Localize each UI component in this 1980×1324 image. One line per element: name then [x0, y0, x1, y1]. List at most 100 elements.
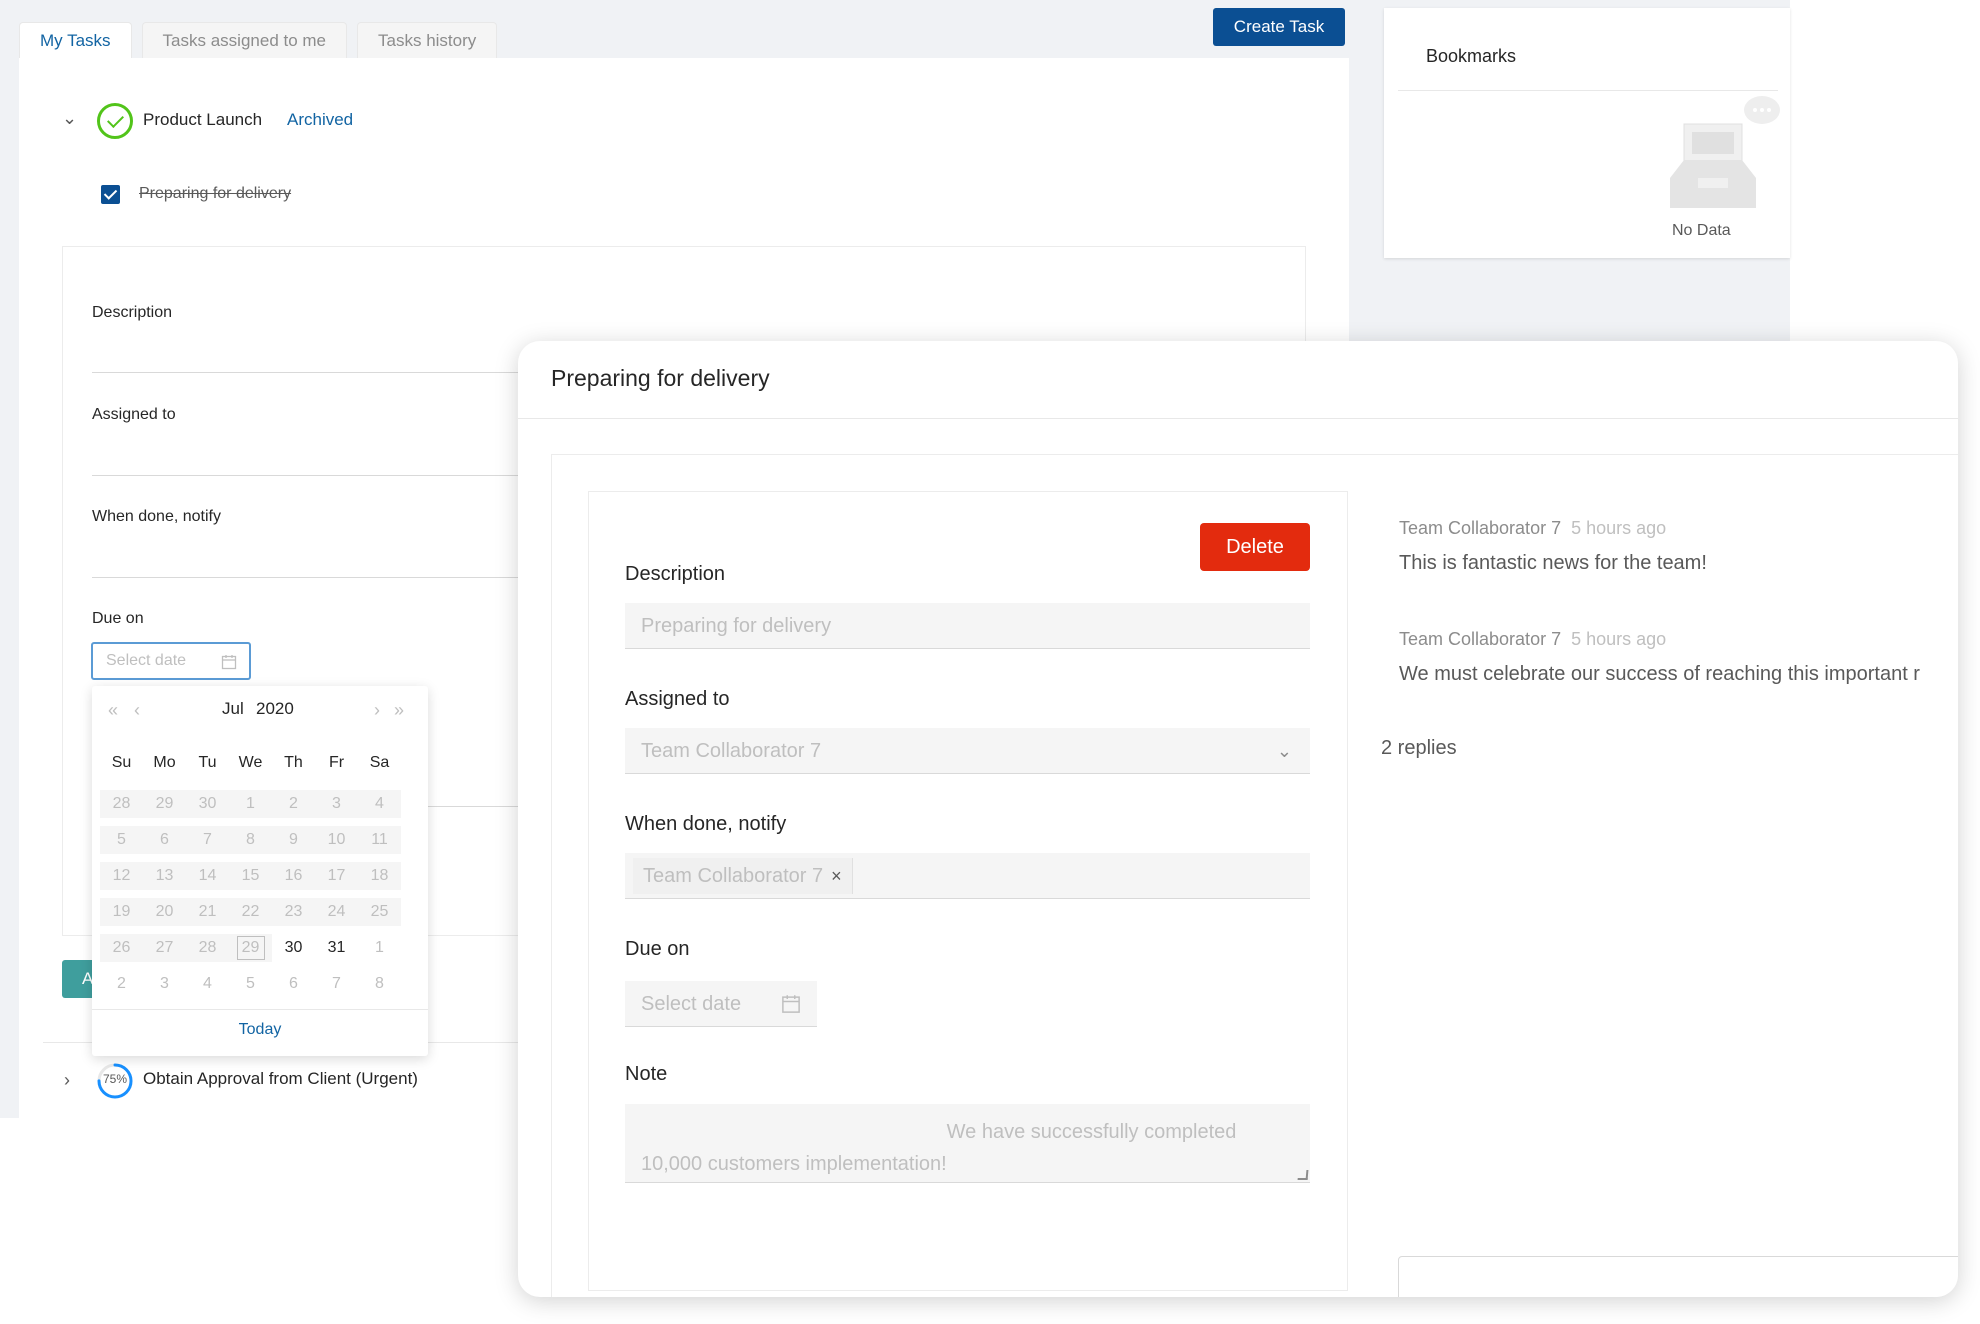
calendar-day[interactable]: 24 [315, 898, 358, 926]
calendar-day[interactable]: 5 [100, 826, 143, 854]
comment-text: We must celebrate our success of reachin… [1399, 663, 1920, 685]
comment-time: 5 hours ago [1571, 629, 1667, 649]
empty-inbox-icon [1670, 96, 1780, 208]
weekday-header: Sa [369, 754, 390, 771]
calendar-day[interactable]: 27 [143, 934, 186, 962]
calendar-day[interactable]: 30 [186, 790, 229, 818]
calendar-day[interactable]: 10 [315, 826, 358, 854]
create-task-button[interactable]: Create Task [1213, 8, 1345, 46]
calendar-day[interactable]: 1 [358, 934, 401, 962]
assigned-input[interactable] [92, 475, 522, 476]
notify-select[interactable]: Team Collaborator 7 × [625, 853, 1310, 899]
notify-tag: Team Collaborator 7 × [633, 858, 853, 894]
calendar-day[interactable]: 28 [186, 934, 229, 962]
calendar-day[interactable]: 3 [143, 970, 186, 998]
tab-my-tasks[interactable]: My Tasks [19, 22, 132, 58]
weekday-header: We [238, 754, 263, 771]
comment-time: 5 hours ago [1571, 518, 1667, 538]
calendar-day[interactable]: 5 [229, 970, 272, 998]
picker-month[interactable]: Jul [222, 699, 244, 719]
chevron-down-icon[interactable]: ⌄ [62, 108, 77, 129]
notify-input[interactable] [92, 577, 522, 578]
due-label: Due on [92, 610, 144, 627]
chevron-down-icon: ⌄ [1276, 741, 1292, 761]
calendar-day[interactable]: 15 [229, 862, 272, 890]
due-date-input[interactable]: Select date [91, 642, 251, 680]
assigned-label: Assigned to [92, 406, 176, 423]
prev-year-icon[interactable]: « [108, 700, 118, 721]
project-title[interactable]: Product Launch [143, 110, 262, 130]
next-month-icon[interactable]: › [374, 700, 380, 721]
calendar-day[interactable]: 14 [186, 862, 229, 890]
calendar-day[interactable]: 19 [100, 898, 143, 926]
calendar-day[interactable]: 2 [100, 970, 143, 998]
tab-tasks-assigned[interactable]: Tasks assigned to me [141, 22, 348, 58]
calendar-day[interactable]: 20 [143, 898, 186, 926]
subtask-title[interactable]: Preparing for delivery [139, 185, 291, 203]
subtask-checkbox[interactable] [101, 185, 120, 204]
calendar-day[interactable]: 25 [358, 898, 401, 926]
due-date-input[interactable]: Select date [625, 981, 817, 1027]
modal-header-divider [518, 418, 1958, 419]
calendar-icon [221, 655, 237, 670]
progress-ring: 75% [96, 1062, 134, 1100]
calendar-day[interactable]: 2 [272, 790, 315, 818]
description-input[interactable]: Preparing for delivery [625, 603, 1310, 649]
tab-tasks-history[interactable]: Tasks history [357, 22, 498, 58]
weekday-header: Tu [198, 754, 217, 771]
calendar-day[interactable]: 13 [143, 862, 186, 890]
calendar-day[interactable]: 30 [272, 934, 315, 962]
urgent-task-title[interactable]: Obtain Approval from Client (Urgent) [143, 1069, 418, 1089]
notify-label: When done, notify [625, 813, 787, 835]
calendar-day[interactable]: 28 [100, 790, 143, 818]
calendar-day[interactable]: 29 [143, 790, 186, 818]
calendar-day[interactable]: 11 [358, 826, 401, 854]
calendar-day[interactable]: 6 [143, 826, 186, 854]
modal-title: Preparing for delivery [551, 365, 770, 391]
calendar-day[interactable]: 6 [272, 970, 315, 998]
weekday-header: Su [111, 754, 132, 771]
prev-month-icon[interactable]: ‹ [134, 700, 140, 721]
picker-year[interactable]: 2020 [256, 699, 294, 719]
note-text: We have successfully completed 10,000 cu… [641, 1121, 1242, 1175]
comment-author: Team Collaborator 75 hours ago [1399, 629, 1667, 649]
calendar-day[interactable]: 16 [272, 862, 315, 890]
calendar-day[interactable]: 4 [186, 970, 229, 998]
progress-percent: 75% [102, 1072, 128, 1086]
assigned-label: Assigned to [625, 688, 730, 710]
chevron-right-icon[interactable]: › [64, 1070, 70, 1091]
bookmarks-title: Bookmarks [1426, 46, 1517, 66]
bookmarks-panel: Bookmarks No Data [1384, 8, 1790, 258]
assigned-select[interactable]: Team Collaborator 7 ⌄ [625, 728, 1310, 774]
calendar-day[interactable]: 7 [186, 826, 229, 854]
calendar-day[interactable]: 9 [272, 826, 315, 854]
calendar-day[interactable]: 17 [315, 862, 358, 890]
calendar-day[interactable]: 8 [229, 826, 272, 854]
date-placeholder: Select date [106, 652, 187, 669]
delete-button[interactable]: Delete [1200, 523, 1310, 571]
resize-handle[interactable] [1297, 1170, 1309, 1180]
comment-input[interactable] [1398, 1256, 1958, 1297]
calendar-day[interactable]: 26 [100, 934, 143, 962]
calendar-day[interactable]: 22 [229, 898, 272, 926]
note-label: Note [625, 1063, 668, 1085]
task-tabs: My Tasks Tasks assigned to me Tasks hist… [19, 22, 507, 58]
calendar-day[interactable]: 7 [315, 970, 358, 998]
calendar-day[interactable]: 1 [229, 790, 272, 818]
calendar-day[interactable]: 12 [100, 862, 143, 890]
calendar-day[interactable]: 31 [315, 934, 358, 962]
calendar-day[interactable]: 23 [272, 898, 315, 926]
weekday-header: Fr [328, 754, 345, 771]
calendar-day[interactable]: 21 [186, 898, 229, 926]
replies-link[interactable]: 2 replies [1381, 737, 1457, 760]
today-link[interactable]: Today [92, 1021, 428, 1039]
next-year-icon[interactable]: » [394, 700, 404, 721]
calendar-day[interactable]: 29 [229, 934, 272, 962]
calendar-day[interactable]: 8 [358, 970, 401, 998]
description-input[interactable] [92, 372, 522, 373]
calendar-day[interactable]: 4 [358, 790, 401, 818]
calendar-day[interactable]: 3 [315, 790, 358, 818]
calendar-day[interactable]: 18 [358, 862, 401, 890]
close-icon[interactable]: × [831, 866, 842, 886]
note-textarea[interactable]: We have successfully completed 10,000 cu… [625, 1104, 1310, 1183]
